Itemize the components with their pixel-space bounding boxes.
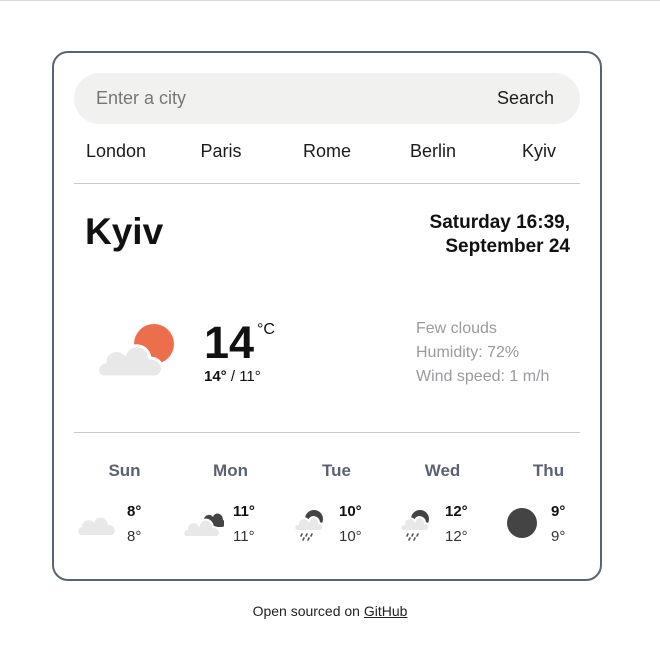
footer-text: Open sourced on: [252, 603, 360, 619]
current-datetime: Saturday 16:39, September 24: [430, 211, 570, 259]
weather-card: Search London Paris Rome Berlin Kyiv Kyi…: [52, 51, 602, 581]
temperature-range: 14° / 11°: [204, 368, 261, 385]
temperature-min: 11°: [239, 368, 261, 385]
github-link[interactable]: GitHub: [364, 603, 408, 619]
forecast-day-name: Sun: [108, 461, 141, 480]
broken-clouds-icon: [182, 513, 224, 538]
quick-cities: London Paris Rome Berlin Kyiv: [74, 141, 580, 167]
dark-circle-icon: [507, 508, 537, 538]
forecast-day: Tue 10° 10°: [286, 461, 387, 561]
forecast-day: Sun 8° 8°: [74, 461, 175, 561]
search-button[interactable]: Search: [497, 73, 554, 124]
forecast-day: Wed 12° 12°: [392, 461, 493, 561]
current-city-name: Kyiv: [85, 211, 164, 252]
weather-details: Few clouds Humidity: 72% Wind speed: 1 m…: [416, 317, 549, 389]
city-link-rome[interactable]: Rome: [303, 141, 351, 162]
forecast-day: Mon 11° 11°: [180, 461, 281, 561]
forecast-max: 11°: [233, 503, 255, 520]
forecast-min: 11°: [233, 528, 255, 545]
forecast-day-name: Wed: [424, 461, 461, 480]
city-link-london[interactable]: London: [86, 141, 146, 162]
city-link-paris[interactable]: Paris: [200, 141, 241, 162]
forecast-max: 12°: [445, 503, 468, 520]
rain-cloud-icon: [399, 510, 430, 541]
range-separator: /: [230, 368, 240, 385]
forecast-day: Thu 9° 9°: [498, 461, 599, 561]
forecast-max: 9°: [551, 503, 566, 520]
search-input[interactable]: [96, 73, 476, 124]
city-link-berlin[interactable]: Berlin: [410, 141, 456, 162]
forecast-max: 10°: [339, 503, 362, 520]
forecast-max: 8°: [127, 503, 142, 520]
forecast-min: 8°: [127, 528, 142, 545]
forecast-day-name: Thu: [532, 461, 565, 480]
humidity-text: Humidity: 72%: [416, 344, 520, 361]
rain-cloud-icon: [293, 510, 324, 541]
search-bar: Search: [74, 73, 580, 124]
forecast-day-name: Mon: [213, 461, 248, 480]
few-clouds-day-icon: [96, 324, 174, 379]
city-link-kyiv[interactable]: Kyiv: [522, 141, 556, 162]
top-divider: [0, 0, 660, 1]
forecast-min: 12°: [445, 528, 468, 545]
wind-speed-text: Wind speed: 1 m/h: [416, 368, 550, 385]
forecast: Sun 8° 8° Mon 11° 11° Tue 10° 10° Wed 12…: [74, 461, 580, 561]
current-temperature: 14: [204, 317, 255, 368]
datetime-line-1: Saturday 16:39,: [429, 212, 570, 233]
divider: [74, 432, 580, 433]
weather-description: Few clouds: [416, 320, 497, 337]
datetime-line-2: September 24: [445, 236, 570, 257]
divider: [74, 183, 580, 184]
cloud-icon: [78, 517, 115, 535]
forecast-min: 10°: [339, 528, 362, 545]
footer: Open sourced on GitHub: [0, 603, 660, 619]
temperature-unit: °C: [257, 321, 275, 338]
temperature-max: 14°: [204, 368, 227, 385]
forecast-day-name: Tue: [322, 461, 351, 480]
forecast-min: 9°: [551, 528, 566, 545]
